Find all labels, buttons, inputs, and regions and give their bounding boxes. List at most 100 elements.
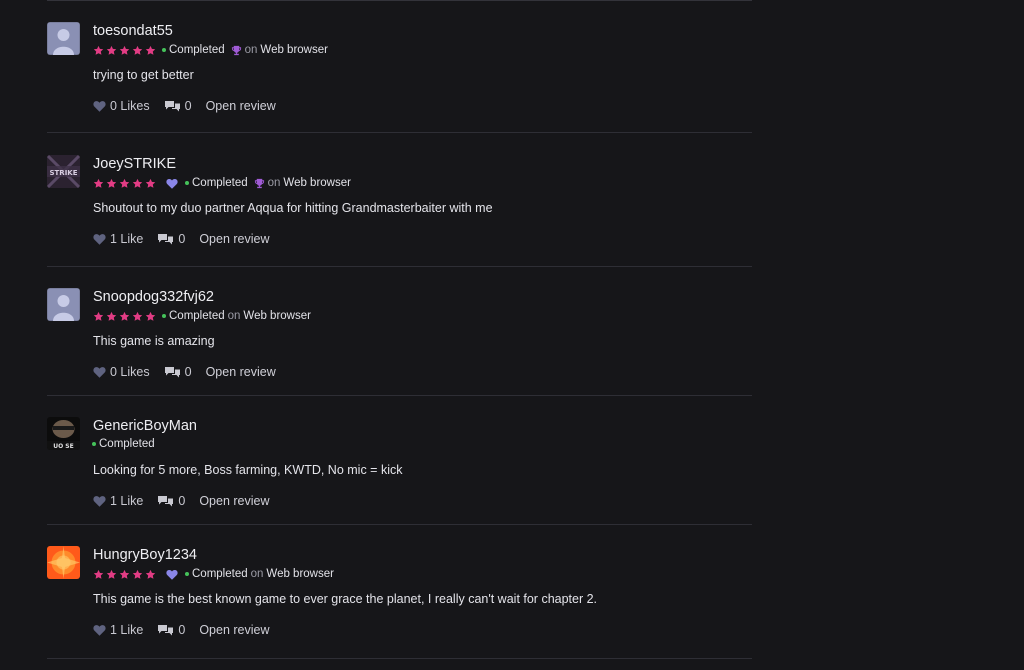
user-avatar[interactable] [47, 22, 80, 55]
open-review-link[interactable]: Open review [199, 623, 269, 637]
review-actions: 0 Likes 0 Open review [93, 365, 276, 379]
review-meta: Completed on Web browser [93, 309, 311, 323]
heart-icon [93, 624, 106, 636]
status-label: Completed [99, 438, 155, 450]
like-button[interactable]: 1 Like [93, 623, 143, 637]
comments-icon [164, 100, 181, 113]
open-review-link[interactable]: Open review [199, 494, 269, 508]
rating-stars [93, 45, 156, 56]
heart-badge-icon [162, 569, 185, 580]
star-icon [145, 178, 156, 189]
username-link[interactable]: JoeySTRIKE [93, 155, 176, 173]
star-icon [93, 178, 104, 189]
username-link[interactable]: HungryBoy1234 [93, 546, 197, 564]
comment-count: 0 [178, 232, 186, 246]
comments-icon [157, 233, 174, 246]
open-review-link[interactable]: Open review [199, 232, 269, 246]
review-actions: 1 Like 0 Open review [93, 623, 270, 637]
star-icon [132, 178, 143, 189]
status-dot-icon [162, 314, 166, 318]
trophy-icon [248, 178, 268, 189]
comment-count: 0 [184, 365, 192, 379]
username-link[interactable]: toesondat55 [93, 22, 173, 40]
review-actions: 1 Like 0 Open review [93, 494, 270, 508]
rating-stars [93, 178, 156, 189]
user-avatar[interactable]: STRIKE [47, 155, 80, 188]
username-link[interactable]: Snoopdog332fvj62 [93, 288, 214, 306]
comments-button[interactable]: 0 [157, 623, 185, 637]
status-dot-icon [162, 48, 166, 52]
star-icon [106, 569, 117, 580]
star-icon [119, 311, 130, 322]
username-link[interactable]: GenericBoyMan [93, 417, 197, 435]
like-count: 0 Likes [110, 99, 150, 113]
like-button[interactable]: 0 Likes [93, 365, 150, 379]
review-item: UO SE GenericBoyMan Completed Looking for 5… [47, 417, 752, 525]
like-count: 0 Likes [110, 365, 150, 379]
star-icon [119, 178, 130, 189]
rating-stars [93, 569, 156, 580]
like-count: 1 Like [110, 623, 144, 637]
platform-prefix: on [267, 177, 281, 189]
open-review-link[interactable]: Open review [206, 365, 276, 379]
status-label: Completed [192, 568, 248, 580]
review-text: Shoutout to my duo partner Aqqua for hit… [93, 201, 493, 215]
review-text: This game is amazing [93, 334, 215, 348]
star-icon [145, 311, 156, 322]
star-icon [119, 569, 130, 580]
reviews-page: toesondat55 Completed on Web browser trying … [0, 0, 1024, 670]
like-button[interactable]: 1 Like [93, 494, 143, 508]
review-actions: 1 Like 0 Open review [93, 232, 270, 246]
heart-icon [93, 495, 106, 507]
platform-prefix: on [227, 310, 241, 322]
heart-icon [93, 100, 106, 112]
comments-button[interactable]: 0 [157, 232, 185, 246]
star-icon [93, 45, 104, 56]
review-text: Looking for 5 more, Boss farming, KWTD, … [93, 463, 403, 477]
open-review-link[interactable]: Open review [206, 99, 276, 113]
star-icon [93, 569, 104, 580]
platform-label: Web browser [243, 310, 311, 322]
user-avatar[interactable] [47, 546, 80, 579]
comment-count: 0 [184, 99, 192, 113]
comment-count: 0 [178, 623, 186, 637]
comments-icon [157, 624, 174, 637]
like-button[interactable]: 1 Like [93, 232, 143, 246]
review-meta: Completed on Web browser [93, 567, 334, 581]
comments-button[interactable]: 0 [164, 99, 192, 113]
review-text: This game is the best known game to ever… [93, 592, 598, 606]
user-avatar[interactable] [47, 288, 80, 321]
heart-icon [93, 366, 106, 378]
heart-icon [93, 233, 106, 245]
star-icon [132, 569, 143, 580]
like-count: 1 Like [110, 232, 144, 246]
platform-label: Web browser [260, 44, 328, 56]
star-icon [132, 45, 143, 56]
review-divider [47, 524, 752, 525]
comments-button[interactable]: 0 [157, 494, 185, 508]
review-item: STRIKE JoeySTRIKE Completed on Web browser Sh… [47, 155, 752, 267]
star-icon [119, 45, 130, 56]
review-meta: Completed on Web browser [93, 176, 351, 190]
comments-button[interactable]: 0 [164, 365, 192, 379]
like-button[interactable]: 0 Likes [93, 99, 150, 113]
star-icon [106, 178, 117, 189]
status-label: Completed [169, 310, 225, 322]
user-avatar[interactable]: UO SE [47, 417, 80, 450]
platform-label: Web browser [283, 177, 351, 189]
review-item: toesondat55 Completed on Web browser trying … [47, 22, 752, 133]
star-icon [93, 311, 104, 322]
platform-prefix: on [250, 568, 264, 580]
review-divider [47, 132, 752, 133]
review-text: trying to get better [93, 68, 194, 82]
like-count: 1 Like [110, 494, 144, 508]
status-dot-icon [92, 442, 96, 446]
rating-stars [93, 311, 156, 322]
top-divider [47, 0, 752, 1]
status-dot-icon [185, 181, 189, 185]
comments-icon [157, 495, 174, 508]
review-meta: Completed on Web browser [93, 43, 328, 57]
trophy-icon [225, 45, 245, 56]
review-divider [47, 395, 752, 396]
review-item: HungryBoy1234 Completed on Web browser This … [47, 546, 752, 659]
